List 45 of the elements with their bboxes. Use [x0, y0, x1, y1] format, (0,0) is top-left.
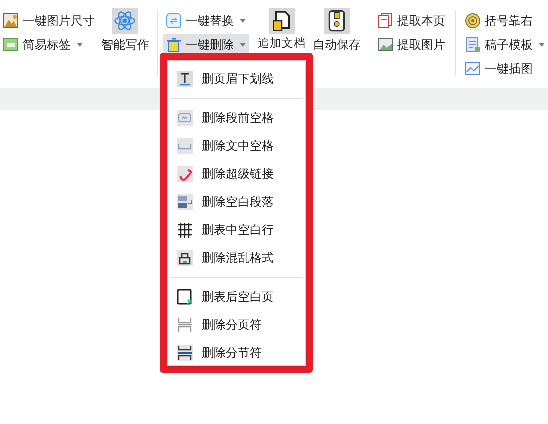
- menu-item[interactable]: 删除段前空格: [168, 104, 305, 132]
- caret-icon: [240, 19, 246, 23]
- picture-icon: [464, 61, 481, 77]
- ribbon-button[interactable]: 括号靠右: [462, 10, 548, 32]
- menu-item[interactable]: 删除分页符: [168, 311, 305, 339]
- tag-icon: [3, 37, 19, 53]
- ribbon-button[interactable]: 稿子模板: [462, 34, 548, 56]
- atom-icon: [112, 8, 138, 34]
- picture-icon: [3, 13, 19, 29]
- text-underline-icon: [177, 71, 193, 87]
- ribbon-button[interactable]: 一键替换: [162, 10, 249, 32]
- ribbon-button[interactable]: 一键图片尺寸: [0, 10, 98, 32]
- template-icon: [464, 37, 481, 53]
- space-icon: [177, 138, 193, 154]
- ribbon-button[interactable]: 提取图片: [374, 34, 451, 56]
- caret-icon: [240, 43, 246, 47]
- menu-item[interactable]: 删页眉下划线: [168, 65, 305, 93]
- link-icon: [177, 166, 193, 182]
- menu-item[interactable]: 删除空白段落: [168, 188, 305, 216]
- menu-item[interactable]: 删表中空白行: [168, 216, 305, 244]
- ribbon-button[interactable]: 智能写作: [98, 8, 153, 54]
- menu-item[interactable]: 删除超级链接: [168, 160, 305, 188]
- caret-icon: [538, 43, 545, 47]
- trash-icon: [166, 37, 182, 53]
- menu-item[interactable]: 删除分节符: [168, 339, 305, 367]
- page-delete-icon: [177, 289, 193, 305]
- ribbon-button[interactable]: 简易标签: [0, 34, 98, 56]
- menu-item[interactable]: 删表后空白页: [168, 283, 305, 311]
- section-break-icon: [177, 345, 193, 361]
- ribbon-button[interactable]: 提取本页: [374, 10, 451, 32]
- eraser-icon: [177, 250, 193, 266]
- ribbon-button[interactable]: 自动保存: [312, 8, 363, 54]
- document-icon: [269, 8, 296, 34]
- page-break-icon: [177, 317, 193, 333]
- menu-item[interactable]: 删除文中空格: [168, 132, 305, 160]
- caret-icon: [77, 43, 83, 47]
- table-icon: [177, 222, 193, 238]
- page-icon: [378, 13, 394, 29]
- replace-icon: [166, 13, 182, 29]
- menu-item[interactable]: 删除混乱格式: [168, 244, 305, 272]
- image-icon: [378, 37, 394, 53]
- paragraph-space-icon: [177, 110, 193, 126]
- ribbon-button[interactable]: 一键插图: [462, 58, 548, 80]
- ribbon-button[interactable]: 追加文档: [256, 8, 308, 49]
- paragraph-icon: [177, 194, 193, 210]
